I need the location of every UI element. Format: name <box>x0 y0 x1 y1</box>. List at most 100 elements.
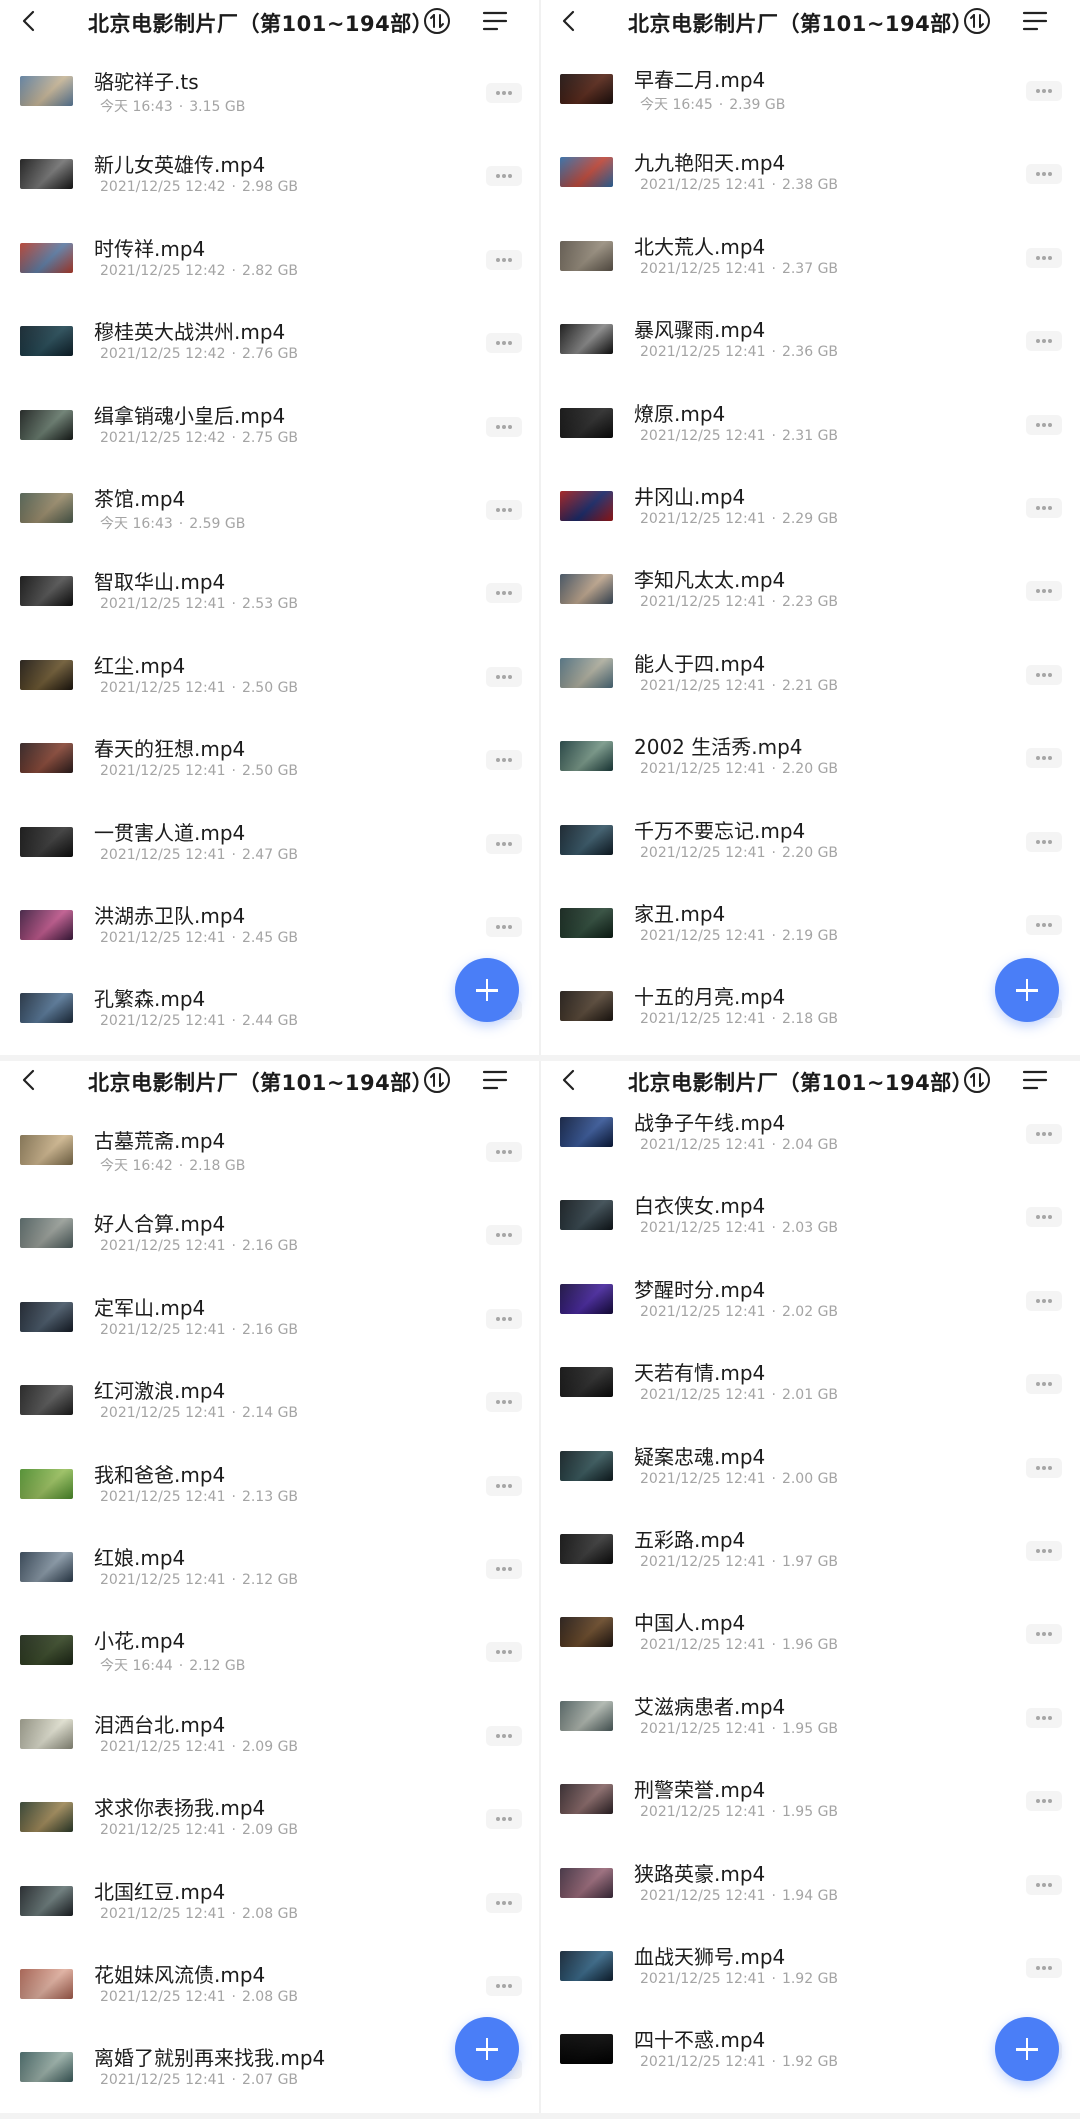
file-list-item[interactable]: 艾滋病患者.mp4 2021/12/25 12:41 · 1.95 GB <box>540 1679 1080 1762</box>
file-list-item[interactable]: 泪洒台北.mp4 2021/12/25 12:41 · 2.09 GB <box>0 1697 540 1780</box>
file-list-item[interactable]: 中国人.mp4 2021/12/25 12:41 · 1.96 GB <box>540 1595 1080 1678</box>
more-dots-icon[interactable] <box>486 1892 522 1913</box>
file-list-item[interactable]: 红尘.mp4 2021/12/25 12:41 · 2.50 GB <box>0 638 540 721</box>
add-button[interactable] <box>995 2017 1059 2081</box>
sort-icon[interactable] <box>423 1066 451 1094</box>
file-list-item[interactable]: 暴风骤雨.mp4 2021/12/25 12:41 · 2.36 GB <box>540 302 1080 385</box>
back-arrow-icon[interactable] <box>558 1068 582 1092</box>
more-dots-icon[interactable] <box>1026 1124 1062 1144</box>
sort-icon[interactable] <box>963 1066 991 1094</box>
file-list-item[interactable]: 天若有情.mp4 2021/12/25 12:41 · 2.01 GB <box>540 1345 1080 1428</box>
file-list-item[interactable]: 千万不要忘记.mp4 2021/12/25 12:41 · 2.20 GB <box>540 803 1080 886</box>
more-dots-icon[interactable] <box>1026 1624 1062 1645</box>
more-dots-icon[interactable] <box>486 1642 522 1663</box>
file-list-item[interactable]: 2002 生活秀.mp4 2021/12/25 12:41 · 2.20 GB <box>540 719 1080 802</box>
file-list-item[interactable]: 狭路英豪.mp4 2021/12/25 12:41 · 1.94 GB <box>540 1846 1080 1929</box>
more-dots-icon[interactable] <box>486 916 522 937</box>
file-list-item[interactable]: 好人合算.mp4 2021/12/25 12:41 · 2.16 GB <box>0 1196 540 1279</box>
file-list-item[interactable]: 梦醒时分.mp4 2021/12/25 12:41 · 2.02 GB <box>540 1262 1080 1345</box>
file-list-item[interactable]: 刑警荣誉.mp4 2021/12/25 12:41 · 1.95 GB <box>540 1762 1080 1845</box>
more-dots-icon[interactable] <box>486 1142 522 1162</box>
more-dots-icon[interactable] <box>486 83 522 103</box>
add-button[interactable] <box>995 958 1059 1022</box>
more-dots-icon[interactable] <box>486 499 522 520</box>
file-list-item[interactable]: 北大荒人.mp4 2021/12/25 12:41 · 2.37 GB <box>540 219 1080 302</box>
more-dots-icon[interactable] <box>486 249 522 270</box>
file-list-item[interactable]: 战争子午线.mp4 2021/12/25 12:41 · 2.04 GB <box>540 1095 1080 1178</box>
file-list-item[interactable]: 定军山.mp4 2021/12/25 12:41 · 2.16 GB <box>0 1280 540 1363</box>
back-arrow-icon[interactable] <box>18 9 42 33</box>
more-dots-icon[interactable] <box>1026 581 1062 602</box>
more-dots-icon[interactable] <box>486 1392 522 1413</box>
more-dots-icon[interactable] <box>1026 1457 1062 1478</box>
more-dots-icon[interactable] <box>1026 1707 1062 1728</box>
file-list-item[interactable]: 一贯害人道.mp4 2021/12/25 12:41 · 2.47 GB <box>0 805 540 888</box>
file-list-item[interactable]: 小花.mp4 今天 16:44 · 2.12 GB <box>0 1613 540 1696</box>
more-dots-icon[interactable] <box>486 1308 522 1329</box>
back-arrow-icon[interactable] <box>558 9 582 33</box>
sort-icon[interactable] <box>423 7 451 35</box>
file-list-item[interactable]: 求求你表扬我.mp4 2021/12/25 12:41 · 2.09 GB <box>0 1780 540 1863</box>
list-menu-icon[interactable] <box>1022 1068 1048 1092</box>
list-menu-icon[interactable] <box>482 1068 508 1092</box>
more-dots-icon[interactable] <box>1026 664 1062 685</box>
file-list-item[interactable]: 缉拿销魂小皇后.mp4 2021/12/25 12:42 · 2.75 GB <box>0 388 540 471</box>
more-dots-icon[interactable] <box>1026 1207 1062 1228</box>
more-dots-icon[interactable] <box>486 416 522 437</box>
more-dots-icon[interactable] <box>486 166 522 187</box>
more-dots-icon[interactable] <box>486 1225 522 1246</box>
file-list-item[interactable]: 我和爸爸.mp4 2021/12/25 12:41 · 2.13 GB <box>0 1447 540 1530</box>
file-list-item[interactable]: 五彩路.mp4 2021/12/25 12:41 · 1.97 GB <box>540 1512 1080 1595</box>
more-dots-icon[interactable] <box>1026 497 1062 518</box>
file-list-item[interactable]: 洪湖赤卫队.mp4 2021/12/25 12:41 · 2.45 GB <box>0 888 540 971</box>
sort-icon[interactable] <box>963 7 991 35</box>
list-menu-icon[interactable] <box>1022 9 1048 33</box>
list-menu-icon[interactable] <box>482 9 508 33</box>
more-dots-icon[interactable] <box>1026 247 1062 268</box>
file-list-item[interactable]: 九九艳阳天.mp4 2021/12/25 12:41 · 2.38 GB <box>540 135 1080 218</box>
file-list-item[interactable]: 古墓荒斋.mp4 今天 16:42 · 2.18 GB <box>0 1113 540 1196</box>
more-dots-icon[interactable] <box>1026 414 1062 435</box>
add-button[interactable] <box>455 958 519 1022</box>
more-dots-icon[interactable] <box>486 1975 522 1996</box>
more-dots-icon[interactable] <box>486 1475 522 1496</box>
file-list-item[interactable]: 穆桂英大战洪州.mp4 2021/12/25 12:42 · 2.76 GB <box>0 304 540 387</box>
file-list-item[interactable]: 井冈山.mp4 2021/12/25 12:41 · 2.29 GB <box>540 469 1080 552</box>
more-dots-icon[interactable] <box>486 1725 522 1746</box>
more-dots-icon[interactable] <box>1026 81 1062 101</box>
back-arrow-icon[interactable] <box>18 1068 42 1092</box>
file-list-item[interactable]: 血战天狮号.mp4 2021/12/25 12:41 · 1.92 GB <box>540 1929 1080 2012</box>
file-list-item[interactable]: 茶馆.mp4 今天 16:43 · 2.59 GB <box>0 471 540 554</box>
more-dots-icon[interactable] <box>486 833 522 854</box>
more-dots-icon[interactable] <box>486 1809 522 1830</box>
file-list-item[interactable]: 时传祥.mp4 2021/12/25 12:42 · 2.82 GB <box>0 221 540 304</box>
more-dots-icon[interactable] <box>1026 1290 1062 1311</box>
add-button[interactable] <box>455 2017 519 2081</box>
file-list-item[interactable]: 燎原.mp4 2021/12/25 12:41 · 2.31 GB <box>540 386 1080 469</box>
more-dots-icon[interactable] <box>1026 748 1062 769</box>
file-list-item[interactable]: 骆驼祥子.ts 今天 16:43 · 3.15 GB <box>0 54 540 137</box>
more-dots-icon[interactable] <box>1026 1791 1062 1812</box>
file-list-item[interactable]: 早春二月.mp4 今天 16:45 · 2.39 GB <box>540 52 1080 135</box>
more-dots-icon[interactable] <box>1026 164 1062 185</box>
more-dots-icon[interactable] <box>1026 1374 1062 1395</box>
more-dots-icon[interactable] <box>1026 1874 1062 1895</box>
file-list-item[interactable]: 春天的狂想.mp4 2021/12/25 12:41 · 2.50 GB <box>0 721 540 804</box>
file-list-item[interactable]: 花姐妹风流债.mp4 2021/12/25 12:41 · 2.08 GB <box>0 1947 540 2030</box>
file-list-item[interactable]: 家丑.mp4 2021/12/25 12:41 · 2.19 GB <box>540 886 1080 969</box>
file-list-item[interactable]: 李知凡太太.mp4 2021/12/25 12:41 · 2.23 GB <box>540 552 1080 635</box>
more-dots-icon[interactable] <box>1026 831 1062 852</box>
more-dots-icon[interactable] <box>486 666 522 687</box>
more-dots-icon[interactable] <box>1026 1540 1062 1561</box>
file-list-item[interactable]: 疑案忠魂.mp4 2021/12/25 12:41 · 2.00 GB <box>540 1429 1080 1512</box>
file-list-item[interactable]: 新儿女英雄传.mp4 2021/12/25 12:42 · 2.98 GB <box>0 137 540 220</box>
file-list-item[interactable]: 北国红豆.mp4 2021/12/25 12:41 · 2.08 GB <box>0 1864 540 1947</box>
more-dots-icon[interactable] <box>486 583 522 604</box>
more-dots-icon[interactable] <box>1026 914 1062 935</box>
more-dots-icon[interactable] <box>486 333 522 354</box>
file-list-item[interactable]: 红河激浪.mp4 2021/12/25 12:41 · 2.14 GB <box>0 1363 540 1446</box>
file-list-item[interactable]: 红娘.mp4 2021/12/25 12:41 · 2.12 GB <box>0 1530 540 1613</box>
more-dots-icon[interactable] <box>1026 331 1062 352</box>
file-list-item[interactable]: 能人于四.mp4 2021/12/25 12:41 · 2.21 GB <box>540 636 1080 719</box>
file-list-item[interactable]: 白衣侠女.mp4 2021/12/25 12:41 · 2.03 GB <box>540 1178 1080 1261</box>
